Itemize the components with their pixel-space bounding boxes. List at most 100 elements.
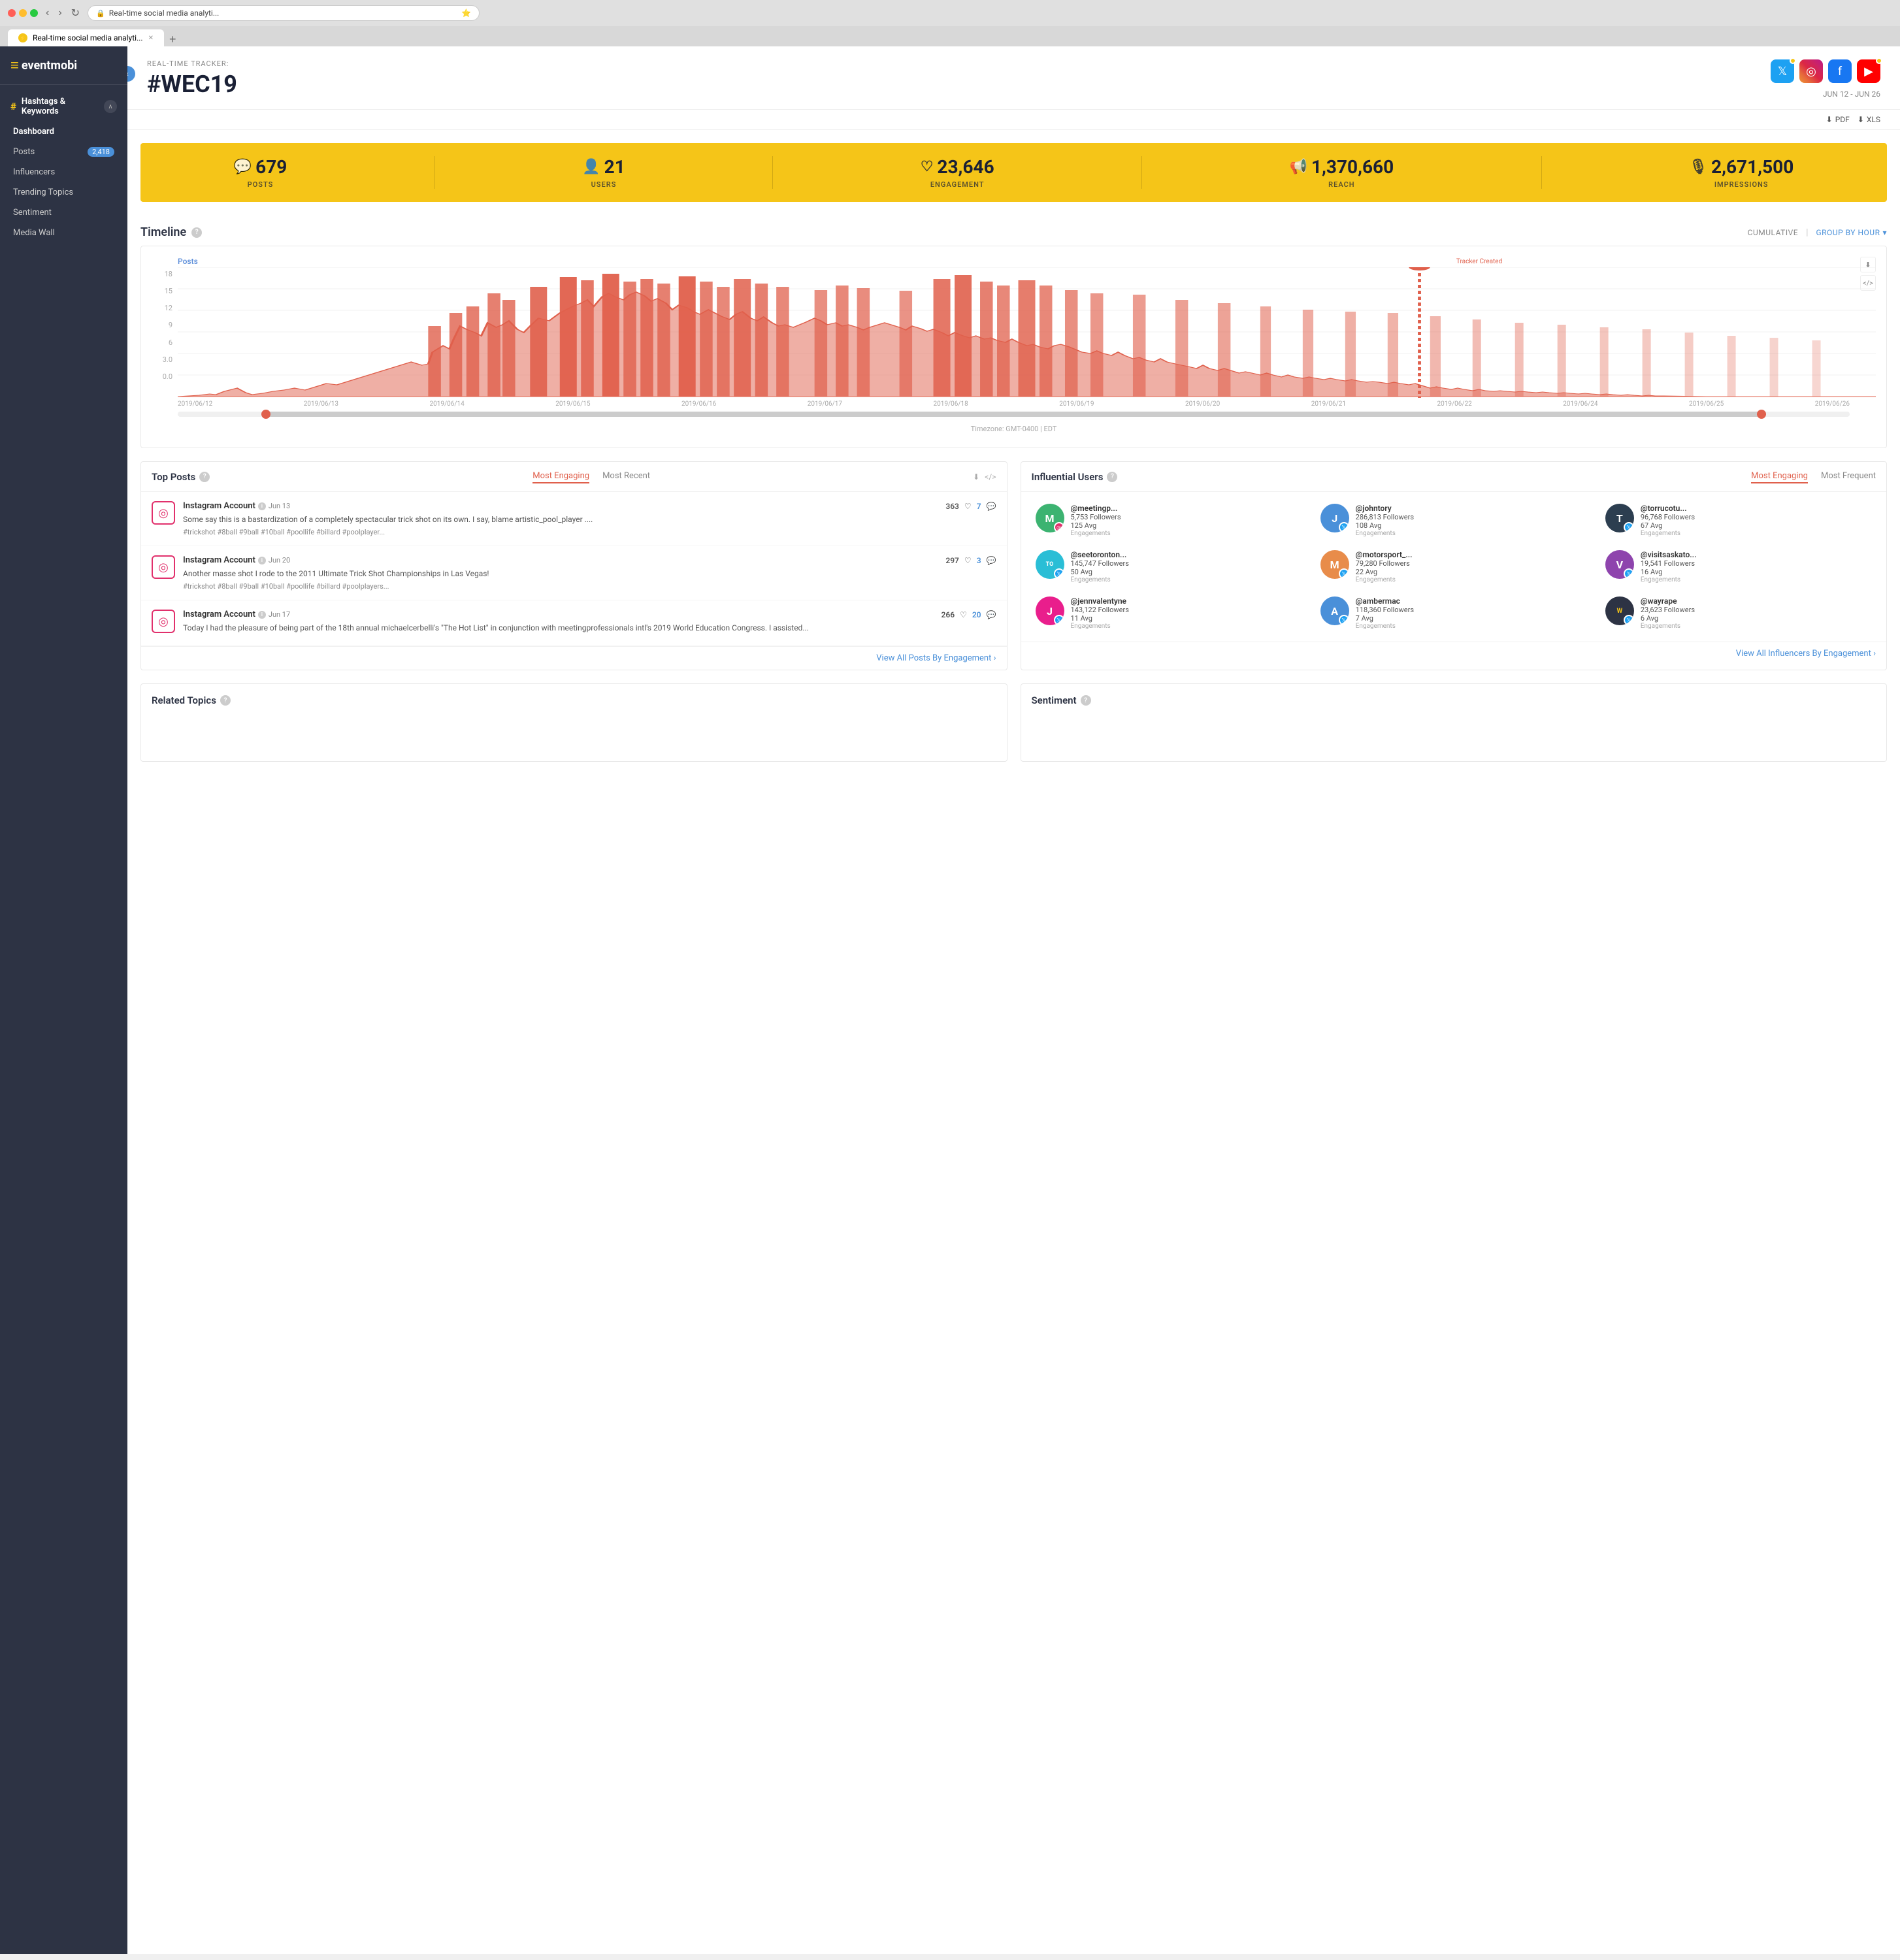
forward-btn[interactable]: › — [56, 6, 64, 20]
related-topics-info-icon[interactable]: ? — [220, 695, 231, 706]
collapse-btn[interactable]: ∧ — [104, 100, 117, 113]
x-label-5: 2019/06/17 — [808, 400, 842, 408]
posts-download-btn[interactable]: ⬇ — [973, 472, 979, 482]
user-handle-9[interactable]: @wayrape — [1641, 596, 1872, 606]
tab-bar: ⚡ Real-time social media analyti... ✕ + — [0, 26, 1900, 46]
post-stats-1: 363 ♡ 7 💬 — [945, 502, 996, 511]
user-handle-7[interactable]: @jennvalentyne — [1071, 596, 1302, 606]
twitter-notification-dot — [1790, 57, 1796, 64]
related-sentiment-row: Related Topics ? Sentiment ? — [127, 683, 1900, 775]
sidebar-item-mediawall[interactable]: Media Wall — [0, 223, 127, 243]
sidebar-item-posts[interactable]: Posts 2,418 — [0, 142, 127, 162]
post-meta-1: Instagram Account i Jun 13 363 ♡ 7 💬 — [183, 501, 996, 511]
user-platform-badge-3: 𝕏 — [1624, 522, 1634, 532]
sidebar-item-influencers[interactable]: Influencers — [0, 162, 127, 182]
view-all-influencers-link[interactable]: View All Influencers By Engagement › — [1021, 642, 1887, 665]
reach-icon: 📢 — [1290, 159, 1307, 175]
close-btn[interactable] — [8, 9, 16, 17]
user-handle-4[interactable]: @seetoronton... — [1071, 550, 1302, 559]
scrollbar-left-handle[interactable] — [261, 410, 270, 419]
stat-reach: 📢 1,370,660 REACH — [1290, 156, 1394, 189]
tab-users-frequent[interactable]: Most Frequent — [1821, 470, 1876, 483]
user-info-5: @motorsport_... 79,280 Followers 22 Avg … — [1356, 550, 1587, 583]
user-avatar-5: M 𝕏 — [1320, 550, 1349, 579]
user-handle-8[interactable]: @ambermac — [1356, 596, 1587, 606]
post-author-1: Instagram Account i Jun 13 — [183, 501, 290, 511]
chart-download-btn[interactable]: ⬇ — [1860, 257, 1876, 272]
user-handle-3[interactable]: @torrucotu... — [1641, 504, 1872, 513]
user-eng-label-4: Engagements — [1071, 576, 1302, 583]
user-item-4: TO 𝕏 @seetoronton... 145,747 Followers — [1026, 544, 1311, 590]
cumulative-control[interactable]: CUMULATIVE — [1748, 228, 1798, 237]
pdf-export-btn[interactable]: ⬇ PDF — [1826, 115, 1850, 124]
sidebar-item-trending[interactable]: Trending Topics — [0, 182, 127, 203]
timeline-info-icon[interactable]: ? — [191, 227, 202, 238]
sidebar-item-sentiment[interactable]: Sentiment — [0, 203, 127, 223]
xls-label: XLS — [1867, 115, 1880, 124]
posts-code-btn[interactable]: </> — [985, 472, 996, 482]
post-author-info-2[interactable]: i — [258, 557, 266, 564]
posts-info-icon[interactable]: ? — [199, 472, 210, 482]
stat-divider-1 — [434, 156, 435, 189]
post-item-1: ◎ Instagram Account i Jun 13 363 — [141, 492, 1007, 546]
user-item-7: J 𝕏 @jennvalentyne 143,122 Followers — [1026, 590, 1311, 636]
user-eng-label-7: Engagements — [1071, 623, 1302, 630]
user-handle-2[interactable]: @johntory — [1356, 504, 1587, 513]
tab-close-icon[interactable]: ✕ — [148, 35, 154, 42]
x-label-9: 2019/06/21 — [1311, 400, 1346, 408]
comment-icon-2: 💬 — [987, 556, 996, 565]
sidebar-section-title: Hashtags & Keywords — [22, 97, 104, 116]
post-author-info-1[interactable]: i — [258, 502, 266, 510]
scrollbar-right-handle[interactable] — [1757, 410, 1766, 419]
tab-users-engaging[interactable]: Most Engaging — [1751, 470, 1808, 483]
sentiment-info-icon[interactable]: ? — [1081, 695, 1091, 706]
xls-export-btn[interactable]: ⬇ XLS — [1858, 115, 1880, 124]
reload-btn[interactable]: ↻ — [69, 5, 82, 21]
youtube-symbol: ▶ — [1864, 65, 1873, 78]
user-eng-label-8: Engagements — [1356, 623, 1587, 630]
address-bar[interactable]: 🔒 Real-time social media analyti... ⭐ — [88, 5, 480, 21]
maximize-btn[interactable] — [30, 9, 38, 17]
user-eng-label-3: Engagements — [1641, 530, 1872, 537]
stat-users: 👤 21 USERS — [582, 156, 625, 189]
post-likes-1: 363 — [945, 502, 959, 511]
new-tab-btn[interactable]: + — [164, 33, 182, 46]
user-platform-badge-5: 𝕏 — [1339, 568, 1349, 579]
url-text: Real-time social media analyti... — [109, 8, 220, 18]
chart-code-btn[interactable]: </> — [1860, 275, 1876, 291]
tab-most-engaging[interactable]: Most Engaging — [532, 470, 589, 483]
users-info-icon[interactable]: ? — [1107, 472, 1117, 482]
main-content: ‹ REAL-TIME TRACKER: #WEC19 𝕏 ◎ — [127, 46, 1900, 1954]
facebook-icon[interactable]: f — [1828, 59, 1852, 83]
youtube-icon[interactable]: ▶ — [1857, 59, 1880, 83]
post-author-info-3[interactable]: i — [258, 611, 266, 619]
chart-scrollbar[interactable] — [178, 412, 1850, 417]
instagram-icon[interactable]: ◎ — [1799, 59, 1823, 83]
user-handle-1[interactable]: @meetingp... — [1071, 504, 1302, 513]
sidebar-item-dashboard[interactable]: Dashboard — [0, 122, 127, 142]
post-item-2: ◎ Instagram Account i Jun 20 297 — [141, 546, 1007, 600]
group-by-hour-control[interactable]: GROUP BY HOUR ▾ — [1816, 228, 1887, 237]
view-all-posts-link[interactable]: View All Posts By Engagement › — [141, 646, 1007, 670]
user-eng-label-5: Engagements — [1356, 576, 1587, 583]
active-tab[interactable]: ⚡ Real-time social media analyti... ✕ — [8, 29, 164, 46]
scrollbar-handle[interactable] — [261, 412, 1766, 417]
post-tags-2: #trickshot #8ball #9ball #10ball #poolli… — [183, 582, 996, 591]
user-followers-2: 286,813 Followers — [1356, 513, 1587, 521]
sidebar-section-header[interactable]: # Hashtags & Keywords ∧ — [0, 91, 127, 122]
user-handle-5[interactable]: @motorsport_... — [1356, 550, 1587, 559]
user-eng-label-2: Engagements — [1356, 530, 1587, 537]
twitter-icon[interactable]: 𝕏 — [1771, 59, 1794, 83]
y-tick-0: 0.0 — [163, 372, 172, 381]
user-eng-label-6: Engagements — [1641, 576, 1872, 583]
minimize-btn[interactable] — [19, 9, 27, 17]
back-btn[interactable]: ‹ — [43, 6, 52, 20]
impressions-icon: 🎙 — [1689, 159, 1707, 175]
user-followers-1: 5,753 Followers — [1071, 513, 1302, 521]
timeline-title: Timeline — [140, 225, 186, 239]
tab-most-recent[interactable]: Most Recent — [602, 470, 650, 483]
post-stats-2: 297 ♡ 3 💬 — [945, 556, 996, 565]
post-text-2: Another masse shot I rode to the 2011 Ul… — [183, 568, 996, 580]
user-handle-6[interactable]: @visitsaskato... — [1641, 550, 1872, 559]
impressions-label: IMPRESSIONS — [1689, 180, 1794, 189]
